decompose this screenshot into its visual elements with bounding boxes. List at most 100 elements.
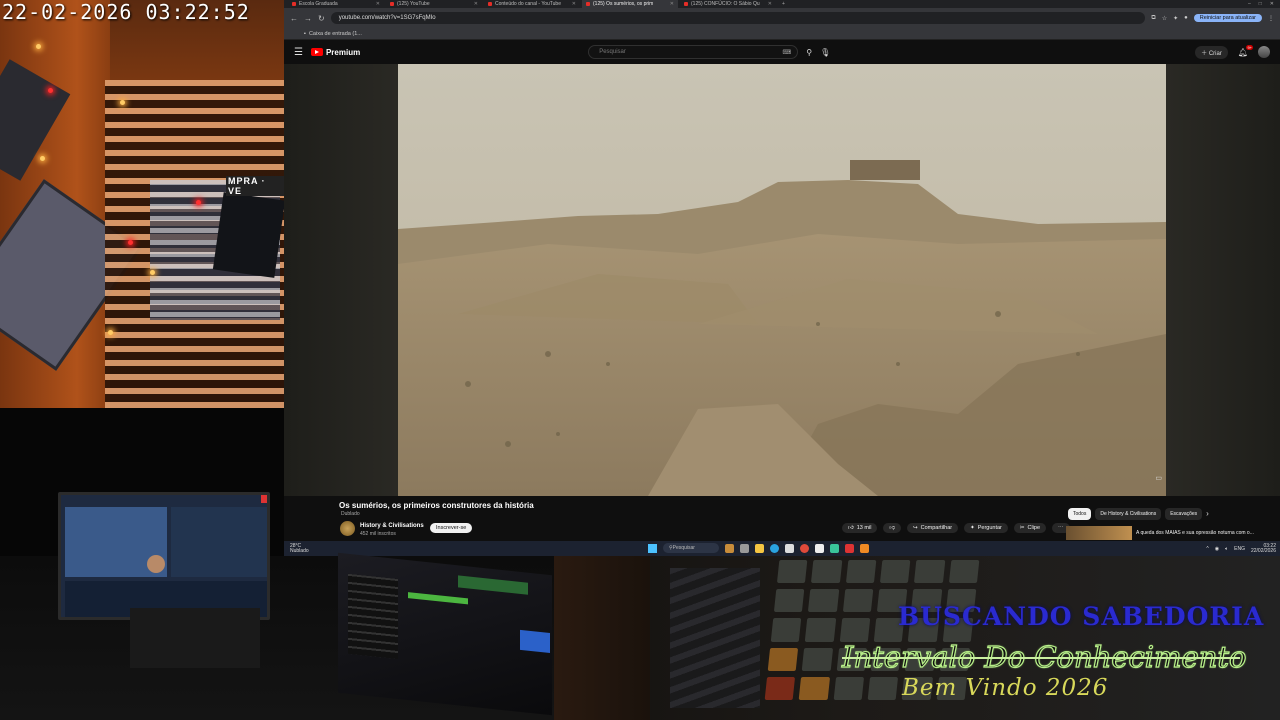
bookmark-star-icon[interactable]: ☆ bbox=[1162, 15, 1167, 22]
bookmark-folder-icon: ▪ bbox=[304, 30, 306, 37]
desk-object bbox=[130, 608, 260, 668]
create-label: Criar bbox=[1208, 50, 1222, 57]
drum-pad bbox=[776, 560, 808, 584]
browser-tab[interactable]: Escola Graduada ✕ bbox=[288, 0, 384, 8]
tab-label: (125) CONFÚCIO: O Sábio Qu bbox=[691, 1, 760, 7]
search-placeholder: Pesquisar bbox=[599, 49, 626, 55]
dark-monitor bbox=[212, 192, 284, 278]
drum-pad bbox=[798, 676, 830, 700]
bookmark-item[interactable]: Caixa de entrada (1... bbox=[309, 31, 362, 37]
search-input[interactable]: Pesquisar ⌨ bbox=[588, 45, 799, 59]
fairy-light bbox=[108, 330, 113, 335]
create-button[interactable]: ＋ Criar bbox=[1195, 45, 1228, 59]
close-tab-icon[interactable]: ✕ bbox=[572, 1, 576, 7]
drum-pad bbox=[845, 560, 877, 584]
mixer-panel bbox=[520, 629, 550, 654]
monitor-badge bbox=[261, 495, 267, 503]
close-window-icon[interactable]: ✕ bbox=[1270, 1, 1274, 7]
browser-tab[interactable]: (125) CONFÚCIO: O Sábio Qu ✕ bbox=[680, 0, 776, 8]
overlay-welcome: Bem Vindo 2026 bbox=[902, 675, 1109, 701]
person-face bbox=[147, 555, 165, 573]
bookmarks-bar: ▪ Caixa de entrada (1... bbox=[284, 28, 1280, 40]
drum-pad bbox=[839, 618, 871, 642]
browser-tab[interactable]: Conteúdo do canal - YouTube ✕ bbox=[484, 0, 580, 8]
search-icon[interactable]: ⚲ bbox=[806, 48, 812, 57]
extensions-icon[interactable]: ✦ bbox=[1173, 15, 1178, 22]
close-tab-icon[interactable]: ✕ bbox=[768, 1, 772, 7]
favicon-icon bbox=[586, 2, 590, 6]
address-bar: ← → ↻ youtube.com/watch?v=1SG7sFqMIo ⧉ ☆… bbox=[284, 8, 1280, 28]
minimize-icon[interactable]: – bbox=[1248, 1, 1251, 7]
stream-screen: MPRA · VE 22-02-2026 03:22:52 Escola Gra… bbox=[0, 0, 1280, 720]
drum-pad bbox=[767, 647, 799, 671]
profile-icon[interactable]: ● bbox=[1184, 15, 1188, 21]
overlay-title: BUSCANDO SABEDORIA bbox=[898, 602, 1265, 631]
tab-label: (125) Os sumérios, os prim bbox=[593, 1, 654, 7]
youtube-play-icon bbox=[310, 48, 323, 56]
stream-monitor bbox=[58, 492, 270, 620]
webcam-panel: MPRA · VE 22-02-2026 03:22:52 bbox=[0, 0, 284, 408]
hamburger-menu-icon[interactable]: ☰ bbox=[294, 47, 303, 58]
notifications-icon[interactable]: 🔔︎ 9+ bbox=[1238, 44, 1253, 57]
window-controls: – □ ✕ bbox=[1248, 1, 1280, 7]
install-icon[interactable]: ⧉ bbox=[1151, 15, 1155, 22]
browser-tab[interactable]: (125) YouTube ✕ bbox=[386, 0, 482, 8]
favicon-icon bbox=[488, 2, 492, 6]
red-light bbox=[48, 88, 53, 93]
favicon-icon bbox=[390, 2, 394, 6]
drum-pad bbox=[914, 560, 946, 584]
drum-pad bbox=[833, 676, 865, 700]
overlay-strike-line bbox=[842, 657, 1240, 659]
close-tab-icon[interactable]: ✕ bbox=[670, 1, 674, 7]
wood-post bbox=[554, 556, 650, 720]
avatar[interactable] bbox=[1258, 46, 1270, 58]
tab-bar: Escola Graduada ✕ (125) YouTube ✕ Conteúdo… bbox=[284, 0, 1280, 8]
drum-pad bbox=[773, 589, 805, 613]
menu-dots-icon[interactable]: ⋮ bbox=[1268, 15, 1274, 22]
drum-pad bbox=[805, 618, 836, 642]
shop-sign: MPRA · VE bbox=[226, 176, 284, 196]
fairy-light bbox=[150, 270, 155, 275]
reload-icon[interactable]: ↻ bbox=[318, 14, 325, 23]
notification-badge: 9+ bbox=[1246, 44, 1253, 50]
keyboard-icon[interactable]: ⌨ bbox=[783, 49, 792, 56]
microphone-icon[interactable]: 🎙︎ bbox=[820, 48, 830, 57]
graffiti-wall bbox=[670, 568, 760, 708]
mixer-meter bbox=[408, 592, 468, 605]
browser-tab-active[interactable]: (125) Os sumérios, os prim ✕ bbox=[582, 0, 678, 8]
youtube-logo[interactable]: Premium bbox=[310, 47, 361, 57]
new-tab-button[interactable]: + bbox=[782, 1, 785, 7]
close-tab-icon[interactable]: ✕ bbox=[376, 1, 380, 7]
fairy-light bbox=[40, 156, 45, 161]
drum-pad bbox=[770, 618, 802, 642]
tab-label: (125) YouTube bbox=[397, 1, 430, 7]
drum-pad bbox=[842, 589, 874, 613]
logo-text: Premium bbox=[325, 47, 361, 57]
drum-pad bbox=[948, 560, 980, 584]
mixer-meter bbox=[458, 575, 528, 595]
fairy-light bbox=[36, 44, 41, 49]
red-light bbox=[196, 200, 201, 205]
close-tab-icon[interactable]: ✕ bbox=[474, 1, 478, 7]
timestamp-overlay: 22-02-2026 03:22:52 bbox=[2, 0, 250, 24]
drum-pad bbox=[802, 647, 833, 671]
red-light bbox=[128, 240, 133, 245]
fairy-light bbox=[120, 100, 125, 105]
tab-label: Escola Graduada bbox=[299, 1, 338, 7]
youtube-header: ☰ Premium Pesquisar ⌨ ⚲ 🎙︎ ＋ Criar 🔔︎ 9+ bbox=[284, 40, 1280, 64]
back-icon[interactable]: ← bbox=[290, 14, 298, 23]
monitor-pane bbox=[171, 507, 267, 577]
drum-pad bbox=[764, 676, 796, 700]
restart-to-update-button[interactable]: Reiniciar para atualizar bbox=[1193, 14, 1262, 22]
tab-label: Conteúdo do canal - YouTube bbox=[495, 1, 561, 7]
maximize-icon[interactable]: □ bbox=[1259, 1, 1262, 7]
drum-pad bbox=[879, 560, 911, 584]
forward-icon[interactable]: → bbox=[304, 14, 312, 23]
favicon-icon bbox=[684, 2, 688, 6]
drum-pad bbox=[808, 589, 839, 613]
audio-mixer-screen bbox=[338, 552, 552, 716]
url-field[interactable]: youtube.com/watch?v=1SG7sFqMIo bbox=[330, 12, 1146, 24]
drum-pad bbox=[867, 676, 899, 700]
mixer-tracks bbox=[348, 573, 398, 660]
drum-pad bbox=[811, 560, 843, 584]
